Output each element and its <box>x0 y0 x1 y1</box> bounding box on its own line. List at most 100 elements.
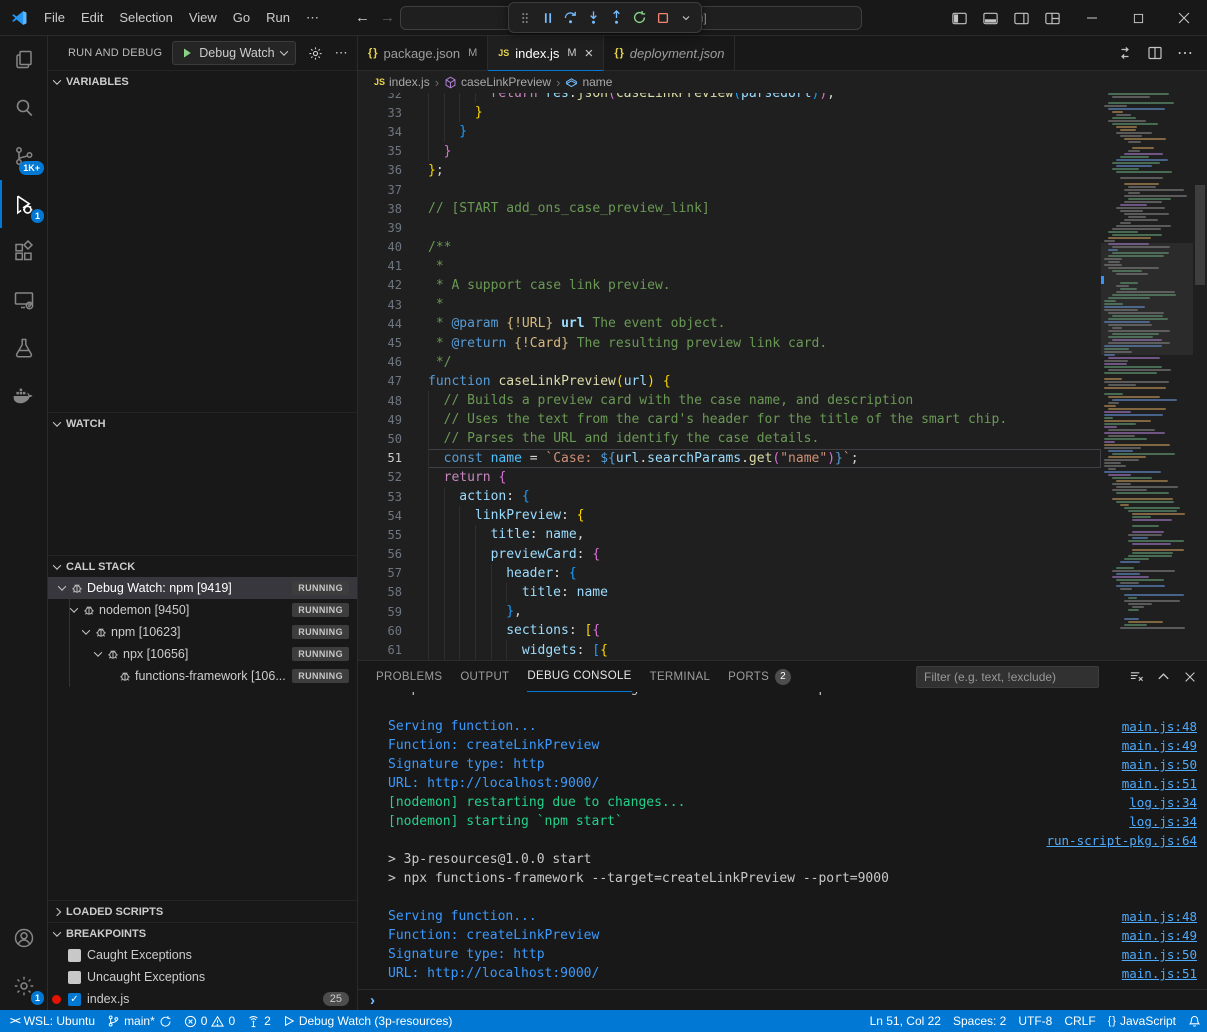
menu-item-selection[interactable]: Selection <box>111 7 180 29</box>
console-source-link[interactable]: main.js:49 <box>1122 928 1197 943</box>
minimap[interactable] <box>1101 93 1193 660</box>
code-gutter[interactable]: 60 <box>358 624 428 638</box>
code-gutter[interactable]: 40 <box>358 240 428 254</box>
section-call-stack[interactable]: CALL STACK <box>48 555 357 577</box>
code-line[interactable]: 39 <box>358 218 1101 237</box>
code-gutter[interactable]: 36 <box>358 163 428 177</box>
activity-extensions[interactable] <box>0 228 47 276</box>
breadcrumb-symbol-name[interactable]: name <box>565 75 612 89</box>
forward-arrow-icon[interactable]: → <box>380 9 395 26</box>
menu-item-run[interactable]: Run <box>258 7 298 29</box>
panel-tab-problems[interactable]: PROBLEMS <box>376 661 442 692</box>
line-number[interactable]: 58 <box>358 585 402 599</box>
console-line[interactable]: > npx functions-framework --target=creat… <box>358 869 1207 888</box>
activity-settings[interactable]: 1 <box>0 962 47 1010</box>
toggle-secondary-sidebar-icon[interactable] <box>1013 10 1030 27</box>
console-source-link[interactable]: log.js:34 <box>1129 795 1197 810</box>
code-editor[interactable]: 32return res.json(caseLinkPreview(parsed… <box>358 93 1207 660</box>
call-stack-session[interactable]: nodemon [9450]RUNNING <box>48 599 357 621</box>
line-number[interactable]: 53 <box>358 490 402 504</box>
call-stack-session[interactable]: functions-framework [106...RUNNING <box>48 665 357 687</box>
code-gutter[interactable]: 42 <box>358 278 428 292</box>
close-tab-icon[interactable]: × <box>585 46 594 61</box>
line-number[interactable]: 50 <box>358 432 402 446</box>
sidebar-more-actions-icon[interactable]: ⋯ <box>335 45 348 61</box>
debug-console-input[interactable]: › <box>358 989 1207 1010</box>
code-gutter[interactable]: 38 <box>358 202 428 216</box>
console-line[interactable]: [nodemon] starting `npm start`log.js:34 <box>358 812 1207 831</box>
console-source-link[interactable]: main.js:50 <box>1122 947 1197 962</box>
line-number[interactable]: 59 <box>358 605 402 619</box>
line-number[interactable]: 49 <box>358 413 402 427</box>
code-line[interactable]: 41 * <box>358 257 1101 276</box>
code-line[interactable]: 59}, <box>358 602 1101 621</box>
line-number[interactable]: 57 <box>358 566 402 580</box>
panel-tab-terminal[interactable]: TERMINAL <box>650 661 711 692</box>
line-number[interactable]: 46 <box>358 355 402 369</box>
console-line[interactable]: Function: createLinkPreviewmain.js:49 <box>358 926 1207 945</box>
code-gutter[interactable]: 44 <box>358 317 428 331</box>
console-line[interactable] <box>358 888 1207 907</box>
console-line[interactable]: URL: http://localhost:9000/main.js:51 <box>358 774 1207 793</box>
scrollbar-thumb[interactable] <box>1195 185 1205 285</box>
cursor-position[interactable]: Ln 51, Col 22 <box>864 1010 947 1032</box>
activity-search[interactable] <box>0 84 47 132</box>
stop-icon[interactable] <box>651 6 674 30</box>
line-number[interactable]: 40 <box>358 240 402 254</box>
console-source-link[interactable]: main.js:51 <box>1122 776 1197 791</box>
chevron-down-icon[interactable] <box>90 651 106 657</box>
code-gutter[interactable]: 41 <box>358 259 428 273</box>
line-number[interactable]: 61 <box>358 643 402 657</box>
console-source-link[interactable]: log.js:34 <box>1129 814 1197 829</box>
console-filter-input[interactable]: Filter (e.g. text, !exclude) <box>916 666 1099 688</box>
code-gutter[interactable]: 37 <box>358 183 428 197</box>
breakpoint-checkbox[interactable] <box>68 971 81 984</box>
code-line[interactable]: 52return { <box>358 468 1101 487</box>
breakpoint-row[interactable]: Caught Exceptions <box>48 944 357 966</box>
encoding-status[interactable]: UTF-8 <box>1012 1010 1058 1032</box>
code-gutter[interactable]: 48 <box>358 394 428 408</box>
activity-accounts[interactable] <box>0 914 47 962</box>
step-out-icon[interactable] <box>605 6 628 30</box>
code-line[interactable]: 43 * <box>358 295 1101 314</box>
code-gutter[interactable]: 33 <box>358 106 428 120</box>
menu-item-[interactable]: ⋯ <box>298 7 327 29</box>
code-line[interactable]: 44 * @param {!URL} url The event object. <box>358 314 1101 333</box>
back-arrow-icon[interactable]: ← <box>355 9 370 26</box>
language-mode[interactable]: { } JavaScript <box>1102 1010 1182 1032</box>
code-gutter[interactable]: 56 <box>358 547 428 561</box>
close-panel-icon[interactable] <box>1183 670 1197 684</box>
line-number[interactable]: 35 <box>358 144 402 158</box>
debug-settings-gear-icon[interactable] <box>308 46 323 61</box>
console-line[interactable]: [nodemon] restarting due to changes...lo… <box>358 793 1207 812</box>
code-line[interactable]: 50// Parses the URL and identify the cas… <box>358 429 1101 448</box>
line-number[interactable]: 39 <box>358 221 402 235</box>
code-gutter[interactable]: 34 <box>358 125 428 139</box>
console-line[interactable]: Signature type: httpmain.js:50 <box>358 945 1207 964</box>
activity-remote-explorer[interactable] <box>0 276 47 324</box>
console-line[interactable]: URL: http://localhost:9000/main.js:51 <box>358 964 1207 983</box>
code-line[interactable]: 58title: name <box>358 583 1101 602</box>
menu-item-edit[interactable]: Edit <box>73 7 111 29</box>
line-number[interactable]: 38 <box>358 202 402 216</box>
call-stack-session[interactable]: npx [10656]RUNNING <box>48 643 357 665</box>
console-source-link[interactable]: main.js:49 <box>1122 738 1197 753</box>
restart-icon[interactable] <box>628 6 651 30</box>
step-over-icon[interactable] <box>559 6 582 30</box>
tab-package-json[interactable]: { } package.json M <box>358 36 488 70</box>
menu-item-view[interactable]: View <box>181 7 225 29</box>
breakpoint-row[interactable]: Uncaught Exceptions <box>48 966 357 988</box>
code-gutter[interactable]: 53 <box>358 490 428 504</box>
remote-indicator[interactable]: >< WSL: Ubuntu <box>0 1010 101 1032</box>
line-number[interactable]: 45 <box>358 336 402 350</box>
code-line[interactable]: 56previewCard: { <box>358 545 1101 564</box>
console-line[interactable] <box>358 698 1207 717</box>
pause-icon[interactable] <box>536 6 559 30</box>
drag-grip-icon[interactable] <box>513 6 536 30</box>
console-source-link[interactable]: main.js:51 <box>1122 966 1197 981</box>
maximize-button[interactable] <box>1115 0 1161 36</box>
console-line[interactable]: Function: createLinkPreviewmain.js:49 <box>358 736 1207 755</box>
code-line[interactable]: 35} <box>358 142 1101 161</box>
step-into-icon[interactable] <box>582 6 605 30</box>
panel-tab-output[interactable]: OUTPUT <box>460 661 509 692</box>
